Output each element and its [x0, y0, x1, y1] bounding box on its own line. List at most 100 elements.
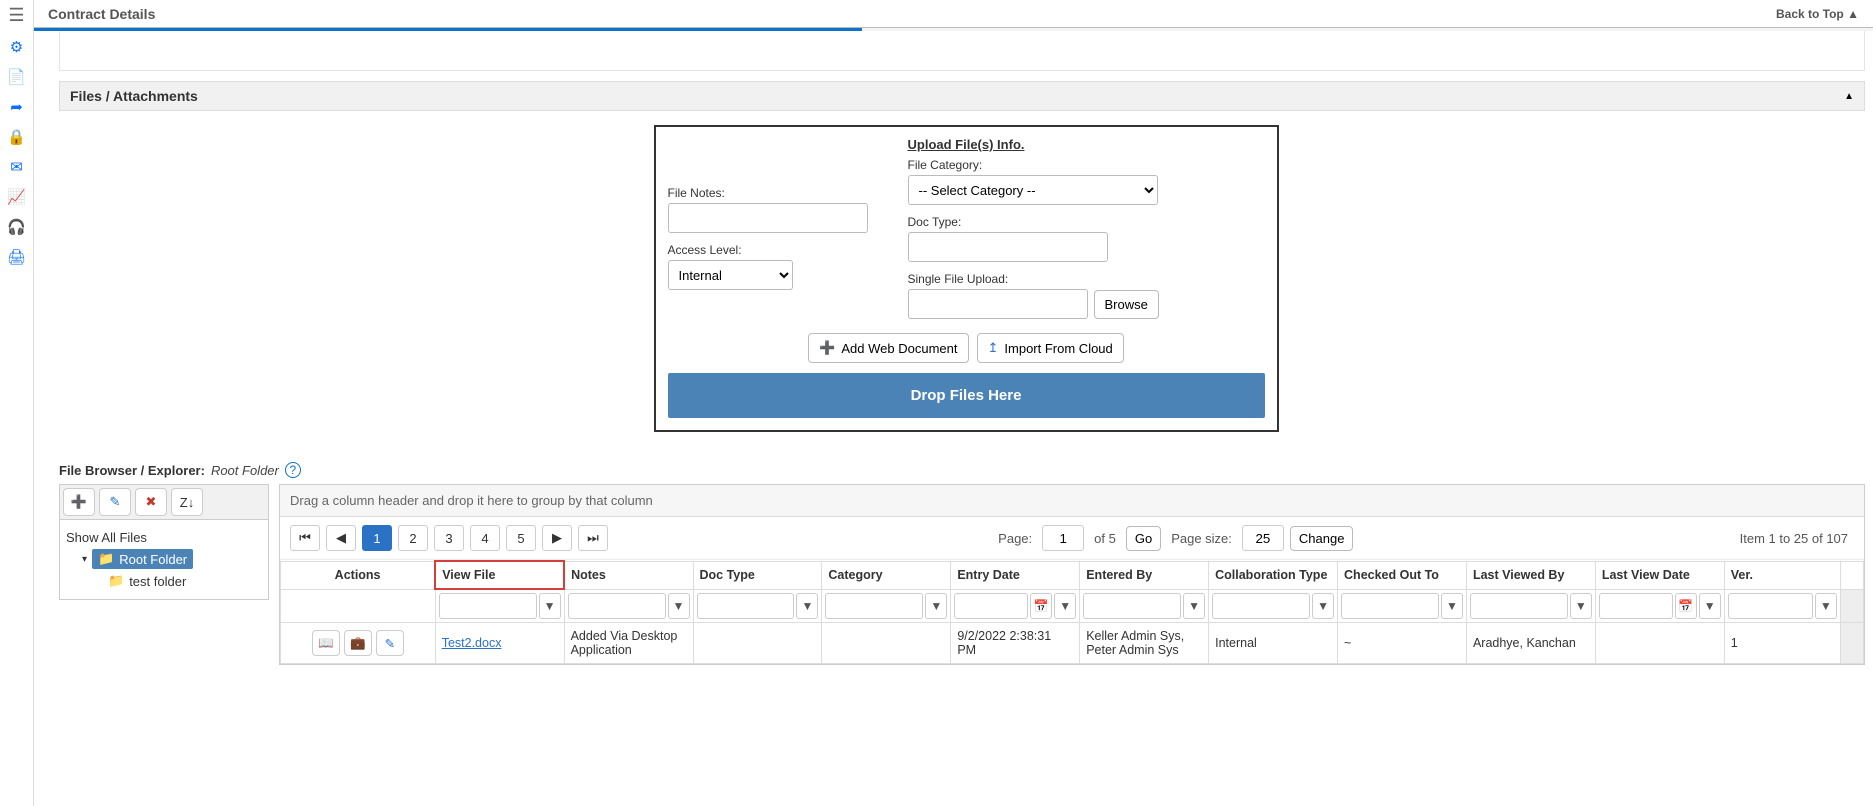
group-by-hint[interactable]: Drag a column header and drop it here to…: [280, 485, 1864, 517]
filter-icon[interactable]: ▼: [796, 593, 818, 619]
col-view-file[interactable]: View File: [435, 561, 564, 589]
plus-icon: ➕: [71, 494, 87, 510]
col-entered-by[interactable]: Entered By: [1080, 561, 1209, 589]
filter-icon[interactable]: ▼: [1699, 593, 1721, 619]
filter-notes[interactable]: [568, 593, 666, 619]
filter-ver[interactable]: [1728, 593, 1813, 619]
file-browser-path: Root Folder: [211, 463, 279, 478]
support-icon[interactable]: 🎧: [7, 218, 26, 236]
back-to-top-link[interactable]: Back to Top ▲: [1776, 7, 1859, 21]
filter-last-viewed-by[interactable]: [1470, 593, 1568, 619]
page-number-button[interactable]: 2: [398, 525, 428, 551]
lock-icon[interactable]: 🔒: [7, 128, 26, 146]
tree-toolbar: ➕ ✎ ✖ Z↓: [59, 484, 269, 520]
file-browser-label: File Browser / Explorer:: [59, 463, 205, 478]
help-icon[interactable]: ?: [285, 462, 301, 478]
single-file-upload-label: Single File Upload:: [908, 272, 1159, 286]
page-number-button[interactable]: 4: [470, 525, 500, 551]
filter-entered-by[interactable]: [1083, 593, 1181, 619]
menu-toggle-icon[interactable]: ☰: [8, 5, 24, 26]
page-go-button[interactable]: Go: [1126, 526, 1161, 551]
file-notes-input[interactable]: [668, 203, 868, 233]
col-actions[interactable]: Actions: [281, 561, 436, 589]
cell-ver: 1: [1724, 623, 1840, 664]
delete-icon: ✖: [146, 494, 157, 510]
collapse-icon: ▲: [1844, 91, 1854, 102]
col-last-view-date[interactable]: Last View Date: [1595, 561, 1724, 589]
single-file-path-input[interactable]: [908, 289, 1088, 319]
page-prev-button[interactable]: ◀: [326, 525, 356, 551]
import-from-cloud-button[interactable]: ↥ Import From Cloud: [977, 333, 1124, 363]
doc-type-input[interactable]: [908, 232, 1108, 262]
page-first-button[interactable]: ⏮: [290, 525, 320, 551]
file-link[interactable]: Test2.docx: [442, 636, 502, 650]
filter-checked-out[interactable]: [1341, 593, 1439, 619]
chart-icon[interactable]: 📈: [7, 188, 26, 206]
delete-folder-button[interactable]: ✖: [135, 488, 167, 516]
page-of-label: of 5: [1094, 531, 1116, 546]
page-title: Contract Details: [48, 6, 155, 22]
filter-icon[interactable]: ▼: [539, 593, 561, 619]
col-category[interactable]: Category: [822, 561, 951, 589]
pagesize-change-button[interactable]: Change: [1290, 526, 1354, 551]
cell-entered-by: Keller Admin Sys, Peter Admin Sys: [1080, 623, 1209, 664]
filter-icon[interactable]: ▼: [668, 593, 690, 619]
col-entry-date[interactable]: Entry Date: [951, 561, 1080, 589]
gear-icon[interactable]: ⚙: [10, 38, 23, 56]
page-number-button[interactable]: 5: [506, 525, 536, 551]
row-view-button[interactable]: 📖: [312, 630, 340, 656]
col-doc-type[interactable]: Doc Type: [693, 561, 822, 589]
drop-files-zone[interactable]: Drop Files Here: [668, 373, 1265, 418]
filter-icon[interactable]: ▼: [1312, 593, 1334, 619]
tree-child-folder[interactable]: 📁 test folder: [66, 571, 262, 591]
filter-last-view-date[interactable]: [1599, 593, 1673, 619]
edit-folder-button[interactable]: ✎: [99, 488, 131, 516]
pagesize-input[interactable]: [1242, 525, 1284, 551]
col-last-viewed-by[interactable]: Last Viewed By: [1466, 561, 1595, 589]
filter-view-file[interactable]: [439, 593, 537, 619]
filter-icon[interactable]: ▼: [925, 593, 947, 619]
export-icon[interactable]: 🖨: [7, 248, 26, 266]
filter-icon[interactable]: ▼: [1183, 593, 1205, 619]
page-last-button[interactable]: ⏭: [578, 525, 608, 551]
page-next-button[interactable]: ▶: [542, 525, 572, 551]
plus-icon: ➕: [819, 340, 835, 356]
share-icon[interactable]: ➦: [10, 98, 23, 116]
filter-category[interactable]: [825, 593, 923, 619]
filter-doc-type[interactable]: [697, 593, 795, 619]
files-attachments-header[interactable]: Files / Attachments ▲: [59, 81, 1865, 111]
col-checked-out[interactable]: Checked Out To: [1338, 561, 1467, 589]
page-input[interactable]: [1042, 525, 1084, 551]
filter-icon[interactable]: ▼: [1570, 593, 1592, 619]
cell-category: [822, 623, 951, 664]
col-ver[interactable]: Ver.: [1724, 561, 1840, 589]
row-toolbox-button[interactable]: 💼: [344, 630, 372, 656]
filter-icon[interactable]: ▼: [1054, 593, 1076, 619]
caret-down-icon: ▾: [82, 554, 87, 565]
tree-show-all-files[interactable]: Show All Files: [66, 528, 262, 547]
add-folder-button[interactable]: ➕: [63, 488, 95, 516]
document-icon[interactable]: 📄: [7, 68, 26, 86]
file-category-select[interactable]: -- Select Category --: [908, 175, 1158, 205]
table-row: 📖 💼 ✎ Test2.docx Added Via Desktop Appli…: [281, 623, 1864, 664]
add-web-document-button[interactable]: ➕ Add Web Document: [808, 333, 968, 363]
row-edit-button[interactable]: ✎: [376, 630, 404, 656]
calendar-icon[interactable]: 📅: [1675, 593, 1697, 619]
cell-doc-type: [693, 623, 822, 664]
mail-icon[interactable]: ✉: [10, 158, 23, 176]
folder-tree: Show All Files ▾ 📁 Root Folder 📁 test fo…: [59, 520, 269, 600]
sort-icon: Z↓: [180, 495, 194, 510]
sort-folder-button[interactable]: Z↓: [171, 488, 203, 516]
page-number-button[interactable]: 1: [362, 525, 392, 551]
page-number-button[interactable]: 3: [434, 525, 464, 551]
calendar-icon[interactable]: 📅: [1030, 593, 1052, 619]
browse-button[interactable]: Browse: [1094, 290, 1159, 319]
filter-icon[interactable]: ▼: [1815, 593, 1837, 619]
filter-collab-type[interactable]: [1212, 593, 1310, 619]
filter-entry-date[interactable]: [954, 593, 1028, 619]
access-level-select[interactable]: Internal: [668, 260, 793, 290]
col-notes[interactable]: Notes: [564, 561, 693, 589]
col-collab-type[interactable]: Collaboration Type: [1209, 561, 1338, 589]
tree-root-folder[interactable]: ▾ 📁 Root Folder: [66, 547, 262, 571]
filter-icon[interactable]: ▼: [1441, 593, 1463, 619]
